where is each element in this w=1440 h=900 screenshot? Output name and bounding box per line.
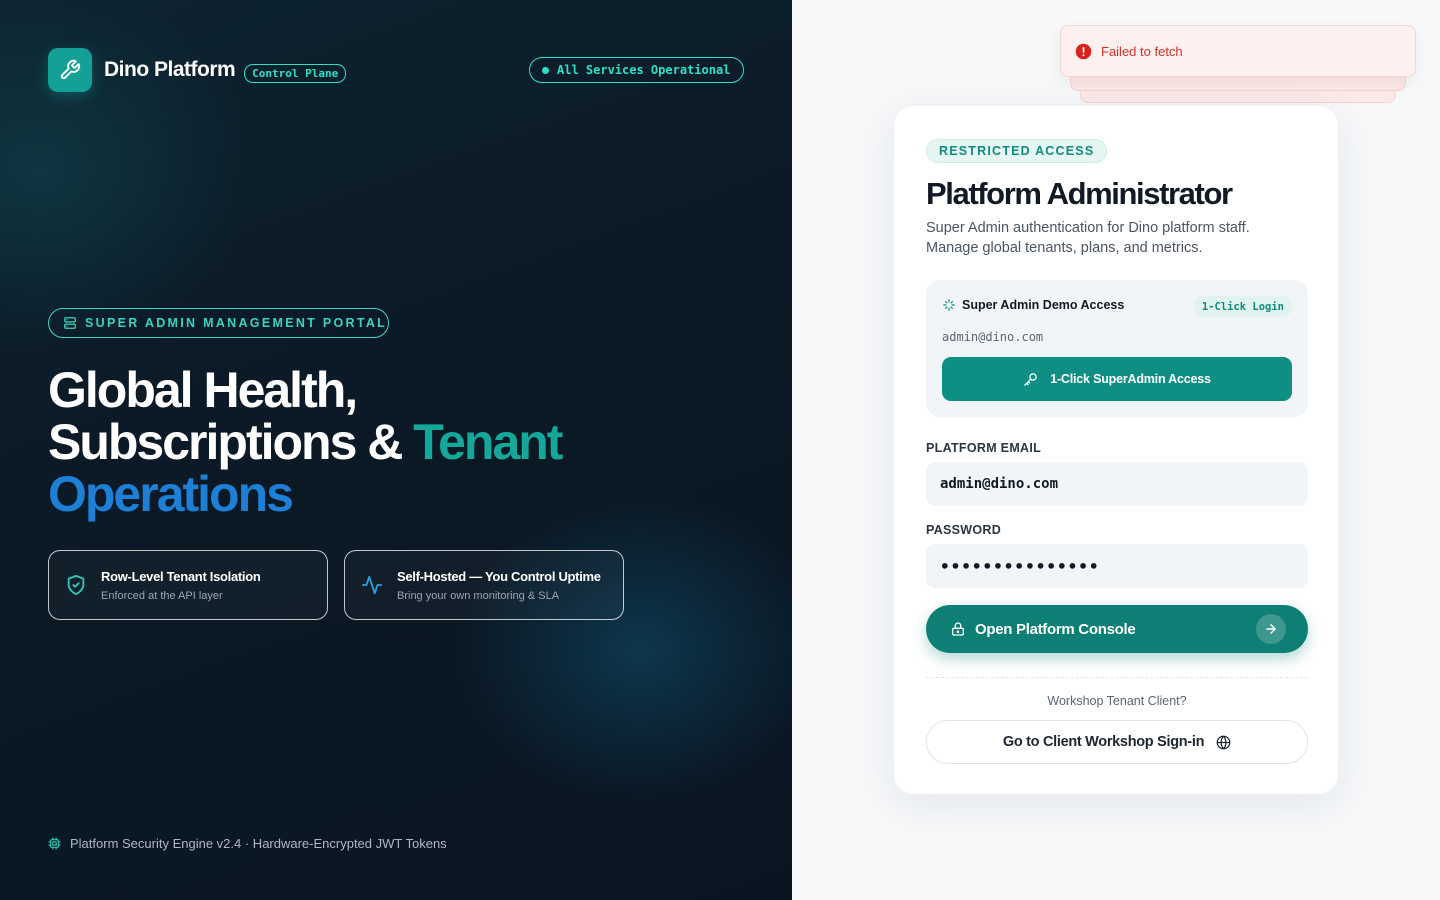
feature-title: Self-Hosted — You Control Uptime: [397, 568, 601, 584]
portal-badge-label: SUPER ADMIN MANAGEMENT PORTAL: [85, 316, 388, 330]
feature-subtitle: Enforced at the API layer: [101, 589, 223, 602]
arrow-right-icon: [1256, 614, 1286, 644]
demo-access-title: Super Admin Demo Access: [962, 298, 1125, 312]
password-field[interactable]: •••••••••••••••: [926, 544, 1308, 588]
feature-card-uptime: Self-Hosted — You Control Uptime Bring y…: [344, 550, 624, 620]
email-label: PLATFORM EMAIL: [926, 441, 1042, 455]
one-click-login-tag: 1-Click Login: [1193, 296, 1292, 317]
error-toast[interactable]: Failed to fetch: [1060, 25, 1416, 77]
demo-access-header: Super Admin Demo Access: [942, 298, 1124, 312]
alert-circle-icon: [1075, 43, 1092, 60]
footer-note: Platform Security Engine v2.4 · Hardware…: [48, 836, 447, 851]
hero-highlight-operations: Operations: [48, 466, 294, 522]
server-icon: [63, 316, 77, 330]
page-title: Platform Administrator: [926, 176, 1233, 211]
hero-heading: Global Health, Subscriptions & Tenant Op…: [48, 362, 563, 522]
key-icon: [1023, 372, 1038, 387]
activity-icon: [361, 574, 383, 596]
toast-stack: Failed to fetch: [1060, 25, 1416, 105]
one-click-superadmin-label: 1-Click SuperAdmin Access: [1050, 372, 1211, 386]
open-platform-console-label: Open Platform Console: [975, 620, 1136, 638]
lock-icon: [950, 621, 966, 637]
one-click-superadmin-button[interactable]: 1-Click SuperAdmin Access: [942, 357, 1292, 401]
control-plane-badge: Control Plane: [244, 63, 347, 83]
open-platform-console-button[interactable]: Open Platform Console: [926, 605, 1308, 653]
marketing-panel: Dino Platform Control Plane All Services…: [0, 0, 792, 900]
demo-access-box: Super Admin Demo Access 1-Click Login ad…: [926, 280, 1308, 417]
restricted-access-badge: RESTRICTED ACCESS: [926, 139, 1108, 163]
workshop-client-prompt: Workshop Tenant Client?: [1047, 694, 1187, 708]
feature-subtitle: Bring your own monitoring & SLA: [397, 589, 560, 602]
client-workshop-signin-button[interactable]: Go to Client Workshop Sign-in: [926, 720, 1308, 764]
hero-line-1: Global Health,: [48, 362, 358, 418]
hero-highlight-tenant: Tenant: [413, 414, 563, 470]
globe-icon: [1216, 735, 1231, 750]
password-label: PASSWORD: [926, 523, 1002, 537]
chip-icon: [48, 837, 61, 850]
client-workshop-signin-label: Go to Client Workshop Sign-in: [1002, 734, 1205, 750]
brand-name: Dino Platform: [104, 58, 236, 81]
status-pill: All Services Operational: [529, 57, 744, 83]
hero-line-2: Subscriptions &: [48, 414, 414, 470]
portal-badge: SUPER ADMIN MANAGEMENT PORTAL: [48, 308, 389, 338]
login-card: RESTRICTED ACCESS Platform Administrator…: [893, 105, 1339, 795]
status-dot-icon: [542, 66, 549, 74]
demo-email: admin@dino.com: [942, 330, 1044, 344]
sparkles-icon: [942, 298, 956, 312]
feature-title: Row-Level Tenant Isolation: [101, 568, 261, 584]
footer-note-text: Platform Security Engine v2.4 · Hardware…: [70, 836, 447, 851]
feature-card-isolation: Row-Level Tenant Isolation Enforced at t…: [48, 550, 328, 620]
status-label: All Services Operational: [557, 63, 731, 77]
shield-check-icon: [65, 574, 87, 596]
email-field[interactable]: admin@dino.com: [926, 462, 1308, 506]
card-description: Super Admin authentication for Dino plat…: [926, 220, 1250, 256]
wrench-icon: [48, 48, 92, 92]
brand[interactable]: Dino Platform Control Plane: [48, 48, 347, 92]
divider: [926, 677, 1308, 678]
toast-message: Failed to fetch: [1101, 43, 1183, 59]
